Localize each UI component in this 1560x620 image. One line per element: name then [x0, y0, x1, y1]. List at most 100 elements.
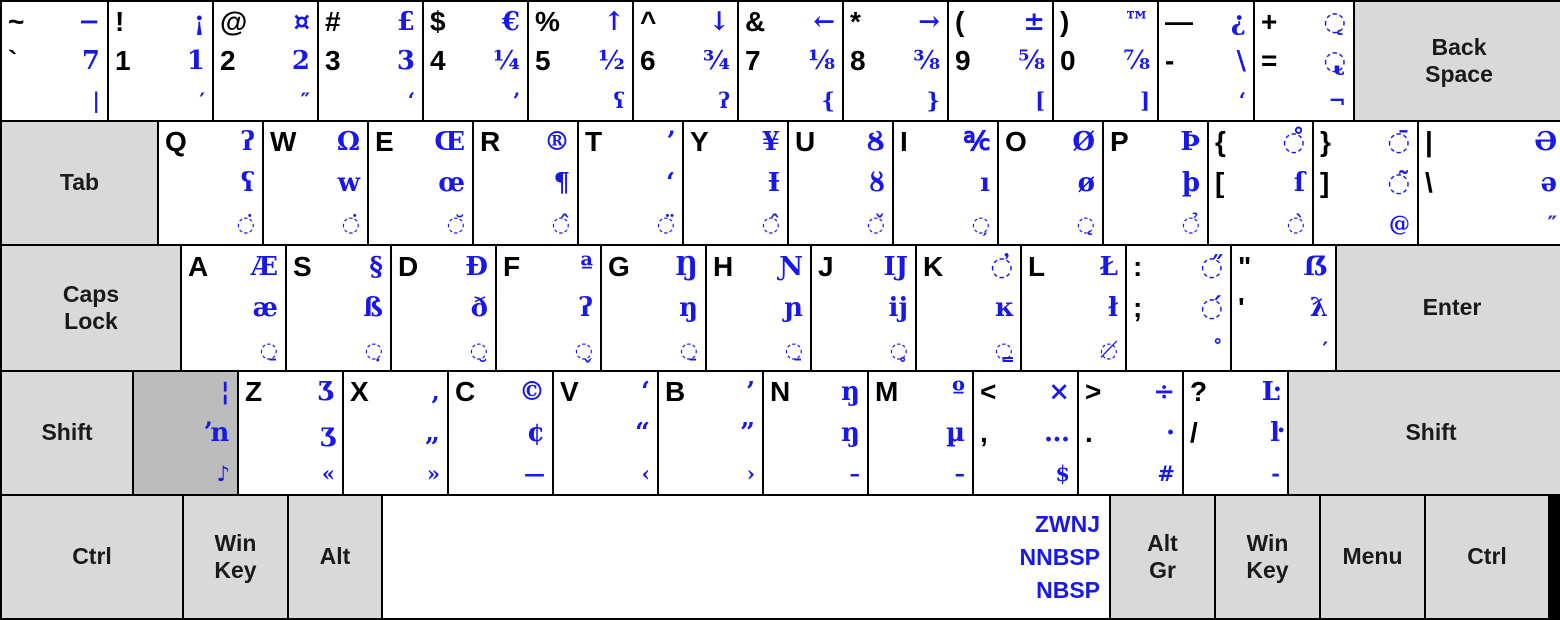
key-equal[interactable]: + ◌̨ = ◌̢ ¬	[1255, 2, 1353, 120]
key-0[interactable]: ) ™ 0 ⅞]	[1054, 2, 1157, 120]
key-6[interactable]: ^ ↓ 6 ¾ ʔ	[634, 2, 737, 120]
key-l[interactable]: L Łł ◌̸	[1022, 246, 1125, 370]
key-3[interactable]: # £3 3 ‘	[319, 2, 422, 120]
key-t[interactable]: T ʼ ʻ ◌̈	[579, 122, 682, 244]
key-ctrl-right-label: Ctrl	[1467, 543, 1507, 570]
key-g-base-glyph	[602, 287, 654, 328]
key-comma[interactable]: < ×, … $	[974, 372, 1077, 494]
key-7[interactable]: & ← 7 ⅛ {	[739, 2, 842, 120]
key-u[interactable]: U Ȣȣ ◌̌	[789, 122, 892, 244]
key-minus[interactable]: — ¿ - \ ‘	[1159, 2, 1253, 120]
key-c-altgr-extra-glyph: —	[524, 461, 545, 487]
key-i[interactable]: I ℀ ı ◌̦	[894, 122, 997, 244]
key-winkey-left[interactable]: Win Key	[184, 496, 287, 618]
key-tab[interactable]: Tab	[2, 122, 157, 244]
key-x-altgr-extra-glyph: »	[426, 461, 440, 487]
key-s-altgr-glyph: ß	[363, 292, 383, 323]
key-i-glyphs: I ℀ ı ◌̦	[894, 122, 997, 244]
key-z[interactable]: Z Ʒʒ «	[239, 372, 342, 494]
key-a-glyphs: A Ææ ◌̱	[182, 246, 285, 370]
key-d[interactable]: D Đð ◌̮	[392, 246, 495, 370]
key-e[interactable]: E Œœ ◌̆	[369, 122, 472, 244]
key-altgr[interactable]: Alt Gr	[1111, 496, 1214, 618]
key-r[interactable]: R ® ¶ ◌̂	[474, 122, 577, 244]
key-e-glyph-spacer	[369, 203, 421, 244]
key-j[interactable]: J Ĳĳ ◌̥	[812, 246, 915, 370]
key-less-greater-extra[interactable]: ¦ ŉ ♪	[134, 372, 237, 494]
key-r-shift-glyph: R	[480, 126, 501, 158]
key-m[interactable]: Mº µ –	[869, 372, 972, 494]
key-x-glyphs: X ‚ „ »	[344, 372, 447, 494]
key-winkey-right-label: Win Key	[1246, 529, 1289, 583]
key-1[interactable]: ! ¡ 1 1 ′	[109, 2, 212, 120]
key-menu[interactable]: Menu	[1321, 496, 1424, 618]
key-less-greater-extra-altgr-shift-glyph: ¦	[220, 377, 230, 408]
key-apostrophe[interactable]: " ẞ ' ƛ ′	[1232, 246, 1335, 370]
key-h[interactable]: H Ɲɲ ◌̱	[707, 246, 810, 370]
key-minus-base-glyph: -	[1165, 44, 1175, 76]
key-v[interactable]: V ‘ “ ‹	[554, 372, 657, 494]
key-bracketright-base-glyph: ]	[1320, 166, 1330, 198]
key-5-glyphs: % ↑ 5 ½ ʕ	[529, 2, 632, 120]
key-8[interactable]: * → 8 ⅜}	[844, 2, 947, 120]
key-winkey-right[interactable]: Win Key	[1216, 496, 1319, 618]
key-y[interactable]: Y ¥ Ɨ ◌̂	[684, 122, 787, 244]
key-semicolon-glyph-spacer	[1127, 329, 1179, 370]
key-slash[interactable]: ? Ŀ / ŀ ‑	[1184, 372, 1287, 494]
key-n-glyph-spacer	[764, 453, 816, 494]
key-bracketleft[interactable]: {◌̊ [ſ ◌̀	[1209, 122, 1312, 244]
key-shift-right[interactable]: Shift	[1289, 372, 1560, 494]
key-ctrl-right[interactable]: Ctrl	[1426, 496, 1548, 618]
key-u-altgr-shift-glyph: Ȣ	[866, 127, 885, 158]
key-b[interactable]: B ’ ” ›	[659, 372, 762, 494]
key-s[interactable]: S § ß ◌̣	[287, 246, 390, 370]
key-alt-left[interactable]: Alt	[289, 496, 381, 618]
key-d-shift-glyph: D	[398, 250, 419, 282]
key-bracketright[interactable]: } ◌̄] ◌̃ @	[1314, 122, 1417, 244]
key-g-glyph-spacer	[602, 329, 654, 370]
key-k[interactable]: K ◌̓ ĸ ◌̳	[917, 246, 1020, 370]
key-p[interactable]: P Þþ ◌̉	[1104, 122, 1207, 244]
key-backslash[interactable]: | Ə \ ə ″	[1419, 122, 1560, 244]
key-o[interactable]: O Øø ◌̨	[999, 122, 1102, 244]
key-y-altgr-shift-glyph: ¥	[761, 127, 780, 158]
key-enter[interactable]: Enter	[1337, 246, 1560, 370]
key-space[interactable]: ZWNJ NNBSP NBSP	[383, 496, 1109, 618]
key-0-altgr-shift-glyph: ™	[1124, 6, 1150, 37]
key-capslock[interactable]: Caps Lock	[2, 246, 180, 370]
key-5[interactable]: % ↑ 5 ½ ʕ	[529, 2, 632, 120]
key-c[interactable]: C © ¢ —	[449, 372, 552, 494]
key-i-glyph-spacer	[894, 203, 946, 244]
key-9[interactable]: (±9 ⅝ [	[949, 2, 1052, 120]
key-v-glyph-spacer	[554, 453, 606, 494]
key-g[interactable]: G Ŋŋ ◌̱	[602, 246, 705, 370]
key-6-altgr-shift-glyph: ↓	[708, 6, 730, 37]
key-period-glyph-spacer	[1079, 453, 1131, 494]
key-x[interactable]: X ‚ „ »	[344, 372, 447, 494]
key-w-glyphs: W Ωᴡ ◌̇	[264, 122, 367, 244]
key-q[interactable]: Q ʔ ʕ ◌̇	[159, 122, 262, 244]
key-h-base-glyph	[707, 287, 759, 328]
key-semicolon[interactable]: : ◌̋; ◌́ ˚	[1127, 246, 1230, 370]
key-period[interactable]: > ÷. · #	[1079, 372, 1182, 494]
key-u-glyph-spacer	[789, 203, 841, 244]
key-shift-left[interactable]: Shift	[2, 372, 132, 494]
key-s-altgr-shift-glyph: §	[369, 251, 383, 282]
key-a[interactable]: A Ææ ◌̱	[182, 246, 285, 370]
key-w[interactable]: W Ωᴡ ◌̇	[264, 122, 367, 244]
key-p-altgr-extra-glyph: ◌̉	[1181, 211, 1200, 237]
key-4-glyphs: $ €4 ¼ ’	[424, 2, 527, 120]
key-n[interactable]: Nŋ ŋ –	[764, 372, 867, 494]
key-ctrl-left[interactable]: Ctrl	[2, 496, 182, 618]
key-less-greater-extra-glyphs: ¦ ŉ ♪	[134, 372, 237, 494]
key-backspace[interactable]: Back Space	[1355, 2, 1560, 120]
key-grave[interactable]: ~ − ` 7 |	[2, 2, 107, 120]
key-bracketleft-altgr-extra-glyph: ◌̀	[1286, 211, 1305, 237]
key-4[interactable]: $ €4 ¼ ’	[424, 2, 527, 120]
key-2[interactable]: @ ¤ 2 2 ″	[214, 2, 317, 120]
key-shift-right-label: Shift	[1405, 419, 1457, 446]
key-5-altgr-shift-glyph: ↑	[603, 6, 625, 37]
key-s-glyph-spacer	[287, 329, 339, 370]
key-0-glyph-spacer	[1054, 81, 1106, 120]
key-f[interactable]: Fª ʔ ◌̬	[497, 246, 600, 370]
